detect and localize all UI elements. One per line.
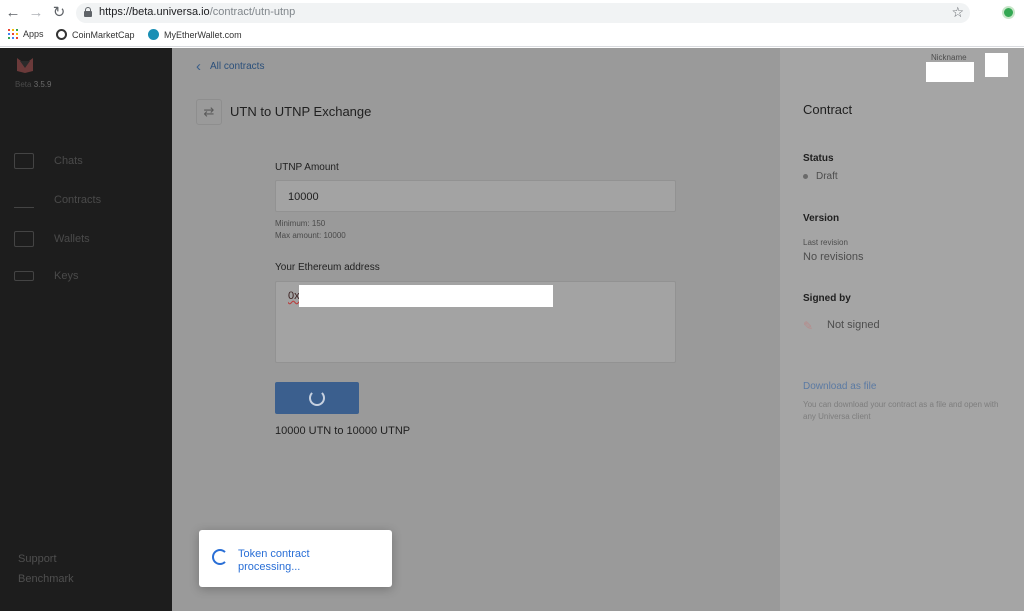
- sidebar-item-chats[interactable]: Chats: [14, 153, 83, 169]
- chat-icon: [14, 153, 34, 169]
- status-badge: Draft: [803, 171, 838, 182]
- loading-spinner-icon: [212, 549, 228, 565]
- benchmark-link[interactable]: Benchmark: [18, 573, 74, 585]
- sidebar-item-label: Chats: [54, 155, 83, 167]
- signature-icon: [14, 192, 34, 208]
- redacted-address: [299, 285, 553, 307]
- reload-icon[interactable]: ↻: [50, 4, 68, 22]
- submit-button[interactable]: [275, 382, 359, 414]
- sidebar-item-contracts[interactable]: Contracts: [14, 192, 101, 208]
- bookmark-label: CoinMarketCap: [72, 29, 135, 40]
- bookmark-star-icon[interactable]: ☆: [951, 4, 964, 21]
- version-heading: Version: [803, 213, 840, 224]
- universa-logo-icon: [17, 58, 33, 73]
- url-text: https://beta.universa.io/contract/utn-ut…: [99, 6, 296, 18]
- eth-address-prefix: 0x: [288, 290, 300, 302]
- bookmarks-bar: Apps CoinMarketCap MyEtherWallet.com: [0, 26, 1024, 47]
- avatar[interactable]: [985, 53, 1008, 77]
- back-arrow-icon[interactable]: ←: [4, 4, 22, 22]
- browser-toolbar: ← → ↻ https://beta.universa.io/contract/…: [0, 0, 1024, 26]
- sidebar: Beta 3.5.9 Chats Contracts Wallets Keys …: [0, 48, 172, 611]
- sidebar-item-label: Contracts: [54, 194, 102, 206]
- status-heading: Status: [803, 153, 834, 164]
- contract-details-panel: Nickname Contract Status Draft Version L…: [780, 48, 1024, 611]
- chevron-left-icon: ‹: [196, 58, 201, 75]
- myetherwallet-icon: [148, 29, 159, 40]
- loading-spinner-icon: [309, 390, 325, 406]
- version-label: Beta 3.5.9: [15, 80, 52, 89]
- forward-arrow-icon[interactable]: →: [27, 4, 45, 22]
- swap-arrows-icon: ⇄: [196, 99, 222, 125]
- download-note: You can download your contract as a file…: [803, 400, 999, 421]
- coinmarketcap-icon: [56, 29, 67, 40]
- wallet-icon: [14, 231, 34, 247]
- address-bar[interactable]: https://beta.universa.io/contract/utn-ut…: [76, 3, 970, 23]
- amount-label: UTNP Amount: [275, 162, 339, 173]
- lock-icon: [84, 7, 92, 18]
- bookmark-coinmarketcap[interactable]: CoinMarketCap: [56, 29, 135, 40]
- eth-address-label: Your Ethereum address: [275, 262, 380, 273]
- amount-hint-max: Max amount: 10000: [275, 231, 346, 240]
- details-title: Contract: [803, 102, 853, 117]
- sidebar-item-label: Wallets: [54, 233, 90, 245]
- apps-grid-icon: [8, 29, 18, 39]
- bookmark-label: Apps: [23, 29, 44, 39]
- version-value: No revisions: [803, 251, 864, 263]
- version-sub: Last revision: [803, 238, 848, 247]
- exchange-summary: 10000 UTN to 10000 UTNP: [275, 425, 411, 437]
- bookmark-myetherwallet[interactable]: MyEtherWallet.com: [148, 29, 242, 40]
- amount-value: 10000: [288, 191, 319, 203]
- support-link[interactable]: Support: [18, 553, 57, 565]
- redacted-nickname: [926, 62, 974, 82]
- all-contracts-link[interactable]: ‹ All contracts: [196, 59, 264, 74]
- extension-icon[interactable]: [1002, 6, 1015, 19]
- signature-icon: ✎: [803, 319, 814, 333]
- utnp-amount-input[interactable]: 10000: [275, 180, 676, 212]
- page-title: UTN to UTNP Exchange: [230, 104, 372, 119]
- key-icon: [14, 271, 34, 281]
- contract-form-panel: ‹ All contracts ⇄ UTN to UTNP Exchange U…: [172, 48, 780, 611]
- bookmark-apps[interactable]: Apps: [8, 29, 44, 39]
- status-dot-icon: [803, 173, 808, 179]
- nickname-label: Nickname: [931, 53, 967, 62]
- app-window: Beta 3.5.9 Chats Contracts Wallets Keys …: [0, 48, 1024, 611]
- amount-hint-min: Minimum: 150: [275, 219, 326, 228]
- signed-value: Not signed: [827, 319, 880, 331]
- sidebar-item-wallets[interactable]: Wallets: [14, 231, 90, 247]
- sidebar-item-label: Keys: [54, 270, 79, 282]
- processing-toast: Token contract processing...: [199, 530, 392, 587]
- toast-message: Token contract processing...: [238, 548, 310, 573]
- signed-heading: Signed by: [803, 293, 851, 304]
- bookmark-label: MyEtherWallet.com: [164, 29, 242, 40]
- sidebar-item-keys[interactable]: Keys: [14, 270, 78, 282]
- download-file-link[interactable]: Download as file: [803, 381, 876, 392]
- back-label: All contracts: [210, 61, 265, 72]
